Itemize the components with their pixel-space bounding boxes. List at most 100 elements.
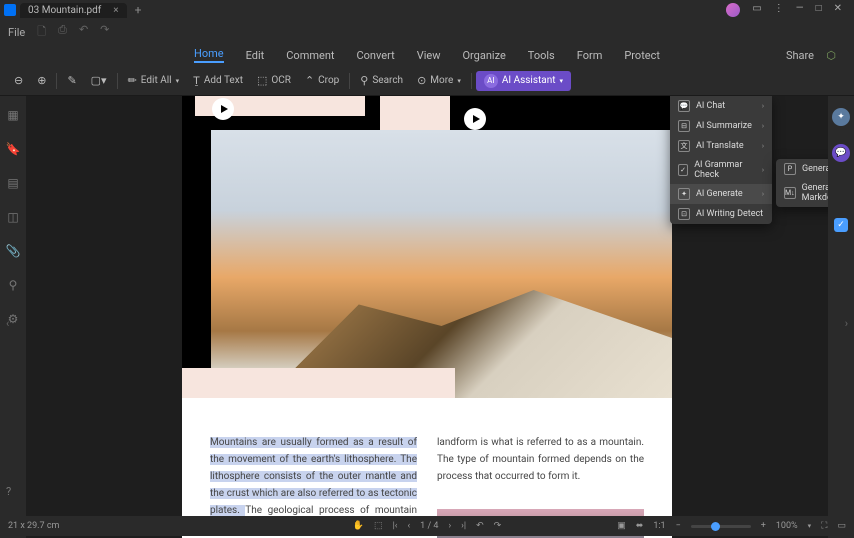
zoom-out-icon: ⊖ [14,74,23,87]
ocr-icon: ⬚ [257,74,267,87]
zoom-out-icon[interactable]: − [676,521,681,531]
play-button[interactable] [212,98,234,120]
prev-page-arrow[interactable]: ‹ [6,317,9,330]
zoom-level[interactable]: 100% [776,521,798,531]
add-text-button[interactable]: ṮAdd Text [187,71,249,90]
fullscreen-icon[interactable]: ⛶ [821,521,827,531]
ai-chat-panel-button[interactable]: 💬 [832,144,850,162]
search-panel-icon[interactable]: ⚲ [9,278,18,292]
file-bar: File 🗋 ⎙ ↶ ↷ [0,20,854,44]
generate-icon: ✦ [678,188,690,200]
chat-icon: 💬 [678,100,690,112]
redo-icon[interactable]: ↷ [100,23,109,42]
ai-translate-item[interactable]: 文AI Translate› [670,136,772,156]
ai-panel-button[interactable]: ✦ [832,108,850,126]
menu-organize[interactable]: Organize [462,49,505,62]
generate-ppt-item[interactable]: PGenerate PPT [776,159,828,179]
document-tab[interactable]: 03 Mountain.pdf × [20,3,127,18]
last-page-icon[interactable]: ›| [461,521,466,531]
undo-icon[interactable]: ↶ [79,23,88,42]
divider [56,73,57,89]
sidebar-left: ▦ 🔖 ▤ ◫ 📎 ⚲ ⚙ [0,96,26,538]
app-icon [4,4,16,16]
ocr-button[interactable]: ⬚OCR [251,71,297,90]
menu-comment[interactable]: Comment [286,49,334,62]
save-icon[interactable]: 🗋 [37,23,46,42]
prev-page-icon[interactable]: ‹ [407,521,410,531]
close-icon[interactable]: ✕ [834,3,842,17]
first-page-icon[interactable]: |‹ [393,521,398,531]
zoom-in-button[interactable]: ⊕ [31,71,52,90]
more-icon: ⊙ [417,74,426,87]
menu-protect[interactable]: Protect [624,49,660,62]
print-icon[interactable]: ⎙ [58,23,67,42]
highlight-button[interactable]: ✎ [61,71,82,90]
select-tool-icon[interactable]: ⬚ [374,521,383,531]
share-icon[interactable]: ⬡ [826,49,836,62]
panel-icon[interactable]: ▭ [752,3,761,17]
chevron-right-icon: › [762,142,764,150]
actual-size-icon[interactable]: 1:1 [653,521,665,531]
body-text[interactable]: landform is what is referred to as a mou… [437,437,644,482]
user-avatar[interactable] [726,3,740,17]
ai-chat-item[interactable]: 💬AI Chat› [670,96,772,116]
document-canvas[interactable]: Mountains are usually formed as a result… [26,96,828,538]
fit-width-icon[interactable]: ⬌ [636,521,644,531]
close-tab-icon[interactable]: × [113,5,118,16]
page-indicator[interactable]: 1 / 4 [420,521,438,531]
rotate-left-icon[interactable]: ↶ [476,521,484,531]
maximize-icon[interactable]: □ [816,3,822,17]
crop-button[interactable]: ⌃Crop [299,71,345,90]
minimize-icon[interactable]: — [796,3,804,17]
rotate-right-icon[interactable]: ↷ [494,521,502,531]
pen-icon: ✏ [128,74,137,87]
menu-convert[interactable]: Convert [357,49,395,62]
chevron-right-icon: › [762,122,764,130]
overlay-block [182,368,455,398]
play-button[interactable] [464,108,486,130]
chevron-right-icon: › [762,190,764,198]
share-button[interactable]: Share [786,49,814,62]
search-button[interactable]: ⚲Search [354,71,409,90]
next-page-arrow[interactable]: › [845,317,848,330]
help-icon[interactable]: ? [6,485,11,498]
attachments-icon[interactable]: 📎 [6,244,21,258]
ai-grammar-item[interactable]: ✓AI Grammar Check› [670,156,772,184]
generate-markdown-item[interactable]: M↓Generate Markdown [776,179,828,207]
layers-icon[interactable]: ◫ [7,210,18,224]
file-menu[interactable]: File [8,26,25,39]
zoom-thumb[interactable] [711,522,720,531]
menu-icon[interactable]: ⋮ [774,3,784,17]
writing-icon: ⊡ [678,208,690,220]
new-tab-button[interactable]: + [135,3,142,17]
translate-icon: 文 [678,140,690,152]
chevron-right-icon: › [762,166,764,174]
hand-tool-icon[interactable]: ✋ [353,521,364,531]
bookmarks-icon[interactable]: 🔖 [6,142,21,156]
menu-home[interactable]: Home [194,47,224,63]
annotations-icon[interactable]: ▤ [7,176,18,190]
divider [349,73,350,89]
sidebar-right: ✦ 💬 ✓ [828,96,854,538]
tab-title: 03 Mountain.pdf [28,5,101,16]
edit-all-button[interactable]: ✏Edit All▾ [122,71,186,90]
zoom-out-button[interactable]: ⊖ [8,71,29,90]
menu-view[interactable]: View [417,49,441,62]
fit-page-icon[interactable]: ▣ [617,521,626,531]
ai-writing-item[interactable]: ⊡AI Writing Detect [670,204,772,224]
ai-assistant-button[interactable]: AIAI Assistant▾ [476,71,571,91]
check-badge[interactable]: ✓ [834,218,848,232]
ai-summarize-item[interactable]: ⊟AI Summarize› [670,116,772,136]
next-page-icon[interactable]: › [448,521,451,531]
menu-tools[interactable]: Tools [528,49,555,62]
more-button[interactable]: ⊙More▾ [411,71,467,90]
menu-form[interactable]: Form [577,49,603,62]
thumbnails-icon[interactable]: ▦ [7,108,18,122]
zoom-dropdown-icon[interactable]: ▾ [808,522,812,530]
zoom-in-icon[interactable]: + [761,521,766,531]
ai-generate-item[interactable]: ✦AI Generate› [670,184,772,204]
menu-edit[interactable]: Edit [246,49,265,62]
shape-button[interactable]: ▢▾ [85,71,113,90]
read-mode-icon[interactable]: ▭ [837,521,846,531]
zoom-slider[interactable] [691,525,751,528]
